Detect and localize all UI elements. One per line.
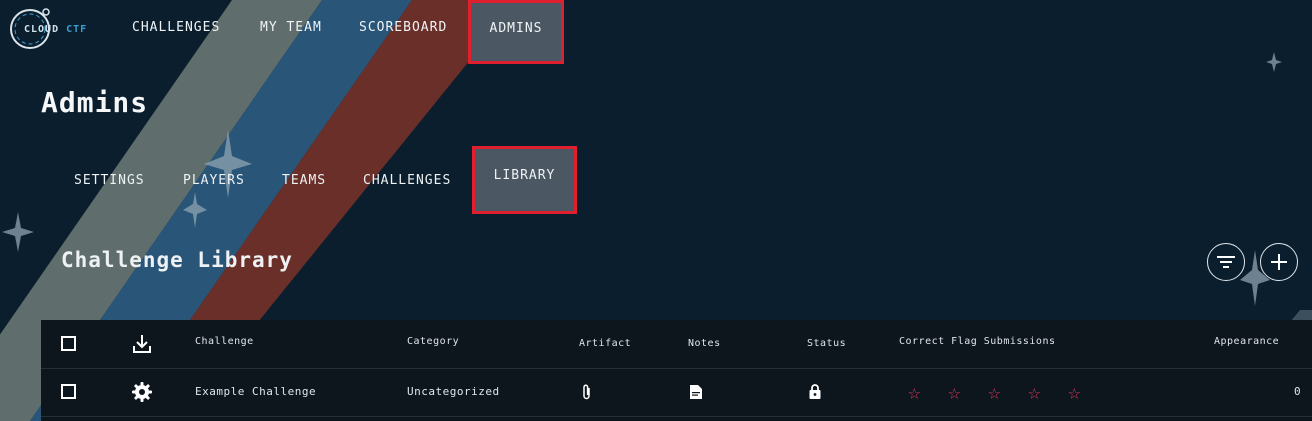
row-artifact-button[interactable] bbox=[582, 384, 592, 400]
select-all-checkbox[interactable] bbox=[61, 336, 76, 351]
brand-logo[interactable]: CLOUD CTF bbox=[6, 4, 106, 52]
add-challenge-button[interactable] bbox=[1260, 243, 1298, 281]
section-title: Challenge Library bbox=[61, 248, 293, 272]
star-outline-icon[interactable]: ☆ bbox=[1068, 382, 1081, 403]
nav-scoreboard[interactable]: SCOREBOARD bbox=[359, 0, 447, 64]
note-icon bbox=[690, 385, 702, 399]
column-header-challenge[interactable]: Challenge bbox=[195, 336, 254, 347]
row-challenge-name[interactable]: Example Challenge bbox=[195, 385, 316, 398]
filter-button[interactable] bbox=[1207, 243, 1245, 281]
row-status-lock[interactable] bbox=[809, 384, 821, 399]
column-header-artifact[interactable]: Artifact bbox=[579, 338, 631, 349]
column-header-appearance[interactable]: Appearance bbox=[1214, 336, 1279, 347]
table-row[interactable]: Example Challenge Uncategorized 0 bbox=[41, 368, 1312, 417]
column-header-status[interactable]: Status bbox=[807, 338, 846, 349]
row-select-checkbox[interactable] bbox=[61, 384, 76, 399]
brand-name-left: CLOUD bbox=[24, 24, 60, 35]
row-category: Uncategorized bbox=[407, 385, 500, 398]
download-icon bbox=[133, 335, 151, 353]
page-title: Admins bbox=[41, 86, 149, 119]
challenge-table: Challenge Category Artifact Notes Status… bbox=[41, 320, 1312, 421]
star-outline-icon[interactable]: ☆ bbox=[908, 382, 921, 403]
gear-icon bbox=[132, 382, 152, 402]
row-notes-button[interactable] bbox=[690, 385, 702, 399]
filter-icon bbox=[1217, 256, 1235, 268]
star-outline-icon[interactable]: ☆ bbox=[988, 382, 1001, 403]
tab-settings[interactable]: SETTINGS bbox=[74, 152, 145, 212]
row-appearance-value: 0 bbox=[1294, 385, 1302, 398]
brand-name-right: CTF bbox=[66, 24, 88, 35]
table-header-row: Challenge Category Artifact Notes Status… bbox=[41, 320, 1312, 369]
column-header-category[interactable]: Category bbox=[407, 336, 459, 347]
plus-icon bbox=[1271, 254, 1287, 270]
nav-challenges[interactable]: CHALLENGES bbox=[132, 0, 220, 64]
column-header-notes[interactable]: Notes bbox=[688, 338, 721, 349]
tab-challenges[interactable]: CHALLENGES bbox=[363, 152, 451, 212]
paperclip-icon bbox=[583, 384, 590, 400]
tab-players[interactable]: PLAYERS bbox=[183, 152, 245, 212]
star-outline-icon[interactable]: ☆ bbox=[1028, 382, 1041, 403]
tab-library[interactable]: LIBRARY bbox=[472, 146, 577, 214]
column-header-correct-flag-submissions[interactable]: Correct Flag Submissions bbox=[899, 336, 1056, 347]
star-outline-icon[interactable]: ☆ bbox=[948, 382, 961, 403]
download-button[interactable] bbox=[132, 334, 152, 354]
nav-admins[interactable]: ADMINS bbox=[468, 0, 564, 64]
nav-my-team[interactable]: MY TEAM bbox=[260, 0, 322, 64]
lock-icon bbox=[809, 384, 821, 399]
row-settings-button[interactable] bbox=[132, 382, 152, 402]
tab-teams[interactable]: TEAMS bbox=[282, 152, 326, 212]
brand-name: CLOUD CTF bbox=[24, 24, 87, 35]
